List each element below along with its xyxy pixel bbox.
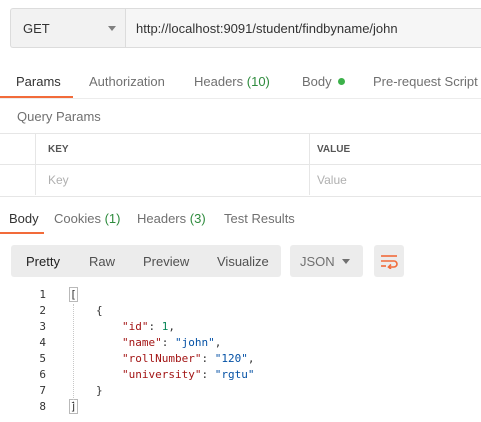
line-number: 3 [39,320,46,333]
wrap-lines-icon [381,255,398,269]
json-key: "id" [122,320,149,333]
tab-response-headers-label: Headers [137,211,187,226]
line-number: 1 [39,288,46,301]
view-mode-group: Pretty Raw Preview Visualize [11,245,281,277]
active-tab-indicator [0,96,73,98]
tab-headers-label: Headers [194,74,244,89]
tab-cookies-label: Cookies [54,211,101,226]
json-key: "university" [122,368,202,381]
tab-response-body[interactable]: Body [9,211,39,226]
tab-prerequest-script[interactable]: Pre-request Script [373,74,478,89]
comma: , [168,320,175,333]
line-number: 2 [39,304,46,317]
tab-headers-count: (10) [246,74,270,89]
value-column-header: VALUE [317,144,351,155]
tab-body[interactable]: Body [302,74,345,89]
method-select[interactable]: GET [10,8,125,48]
tab-cookies-count: (1) [104,211,121,226]
tab-authorization[interactable]: Authorization [89,74,165,89]
tab-response-headers[interactable]: Headers (3) [137,211,206,226]
tab-headers[interactable]: Headers (10) [194,74,270,89]
value-input[interactable]: Value [317,173,347,187]
response-tabs: Body Cookies (1) Headers (3) Test Result… [0,200,481,234]
status-dot-icon [337,78,345,85]
wrap-lines-button[interactable] [374,245,404,277]
json-string: "john" [175,336,215,349]
comma: , [214,336,222,349]
visualize-button[interactable]: Visualize [217,254,269,269]
tab-test-results[interactable]: Test Results [224,211,295,226]
colon: : [201,368,215,381]
colon: : [148,320,162,333]
format-label: JSON [300,254,335,269]
tab-cookies[interactable]: Cookies (1) [54,211,120,226]
line-number: 7 [39,384,46,397]
column-divider [35,134,36,195]
line-number: 6 [39,368,46,381]
json-string: "rgtu" [214,368,255,381]
preview-button[interactable]: Preview [143,254,189,269]
column-divider [309,134,310,195]
json-string: "120" [214,352,248,365]
colon: : [201,352,215,365]
key-input[interactable]: Key [48,173,69,187]
line-number: 8 [39,400,46,413]
tab-response-headers-count: (3) [189,211,206,226]
key-column-header: KEY [48,144,69,155]
line-number: 4 [39,336,46,349]
comma: , [247,352,255,365]
tab-body-label: Body [302,74,332,89]
code-line: 1 [ [0,287,481,303]
tab-params[interactable]: Params [16,74,61,89]
chevron-down-icon [108,26,116,31]
request-tabs: Params Authorization Headers (10) Body P… [0,60,481,99]
line-number: 5 [39,352,46,365]
method-label: GET [23,21,50,36]
table-header-row [0,134,481,165]
query-params-title: Query Params [17,109,101,124]
close-brace: } [96,384,103,397]
request-bar: GET http://localhost:9091/student/findby… [10,8,481,50]
indent-guide [73,304,75,404]
json-key: "name" [122,336,162,349]
json-key: "rollNumber" [122,352,202,365]
pretty-button[interactable]: Pretty [26,254,60,269]
url-input[interactable]: http://localhost:9091/student/findbyname… [125,8,481,48]
open-bracket: [ [69,287,78,302]
query-params-table: KEY VALUE Key Value [0,133,481,197]
colon: : [161,336,175,349]
active-tab-indicator [0,232,44,234]
raw-button[interactable]: Raw [89,254,115,269]
chevron-down-icon [342,259,350,264]
format-select[interactable]: JSON [290,245,363,277]
open-brace: { [96,304,103,317]
